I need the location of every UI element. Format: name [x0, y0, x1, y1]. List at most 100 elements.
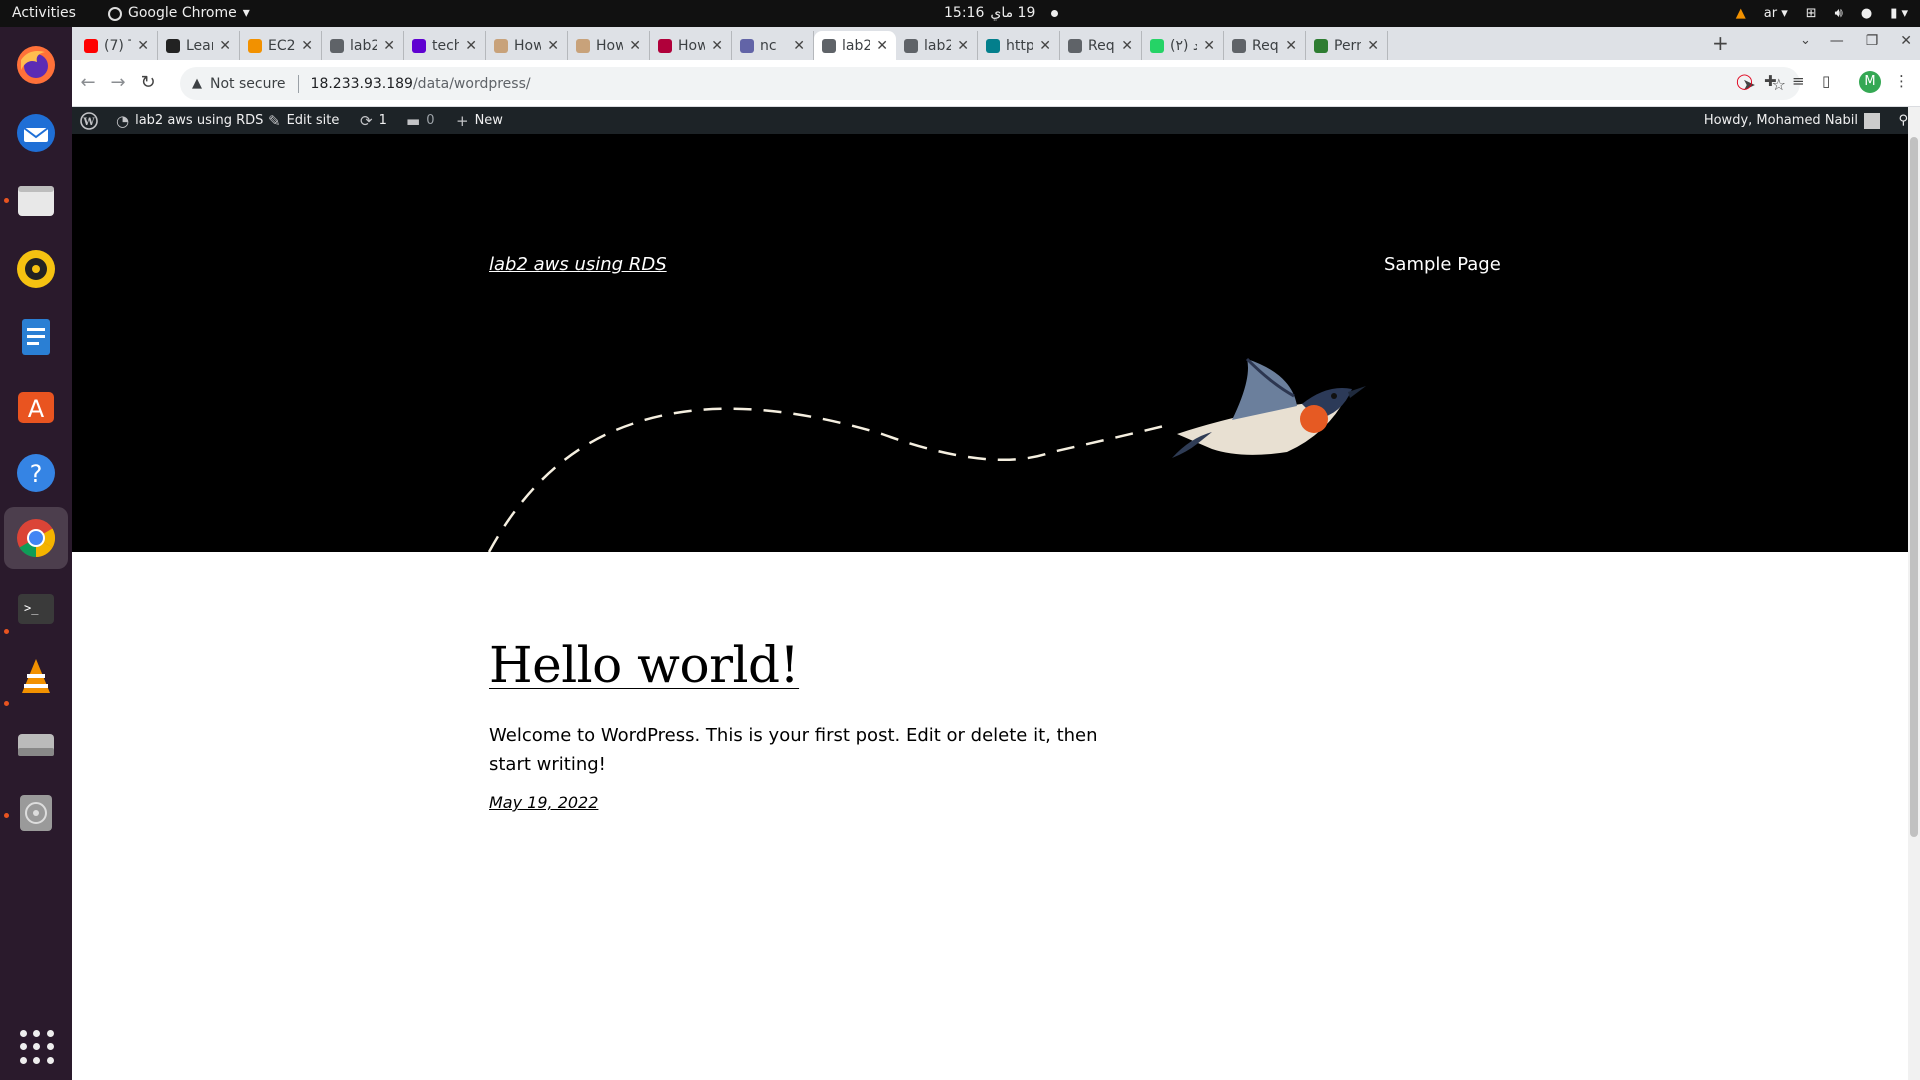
tab-close-icon[interactable]: ✕	[137, 38, 149, 54]
nav-item-sample-page[interactable]: Sample Page	[1384, 254, 1501, 275]
edit-site-link[interactable]: ✎ Edit site	[268, 107, 339, 134]
close-window-icon[interactable]: ✕	[1900, 33, 1912, 49]
app-center-icon[interactable]: A	[12, 381, 60, 429]
side-panel-icon[interactable]: ▯	[1822, 72, 1830, 90]
browser-tab[interactable]: How ✕	[650, 31, 732, 60]
security-status[interactable]: Not secure	[210, 76, 286, 92]
tab-close-icon[interactable]: ✕	[1203, 38, 1215, 54]
running-indicator	[4, 813, 9, 818]
clock[interactable]: 15:16 19 ماي	[944, 0, 1059, 27]
minimize-icon[interactable]: —	[1830, 33, 1844, 49]
site-header-hero: lab2 aws using RDS Sample Page	[72, 134, 1920, 552]
post-date-link[interactable]: May 19, 2022	[489, 793, 598, 812]
warning-triangle-icon[interactable]: ▲	[192, 76, 202, 91]
svg-text:A: A	[28, 395, 45, 423]
window-controls: — ❐ ✕	[1830, 33, 1912, 49]
help-icon[interactable]: ?	[12, 449, 60, 497]
browser-tab[interactable]: techa ✕	[404, 31, 486, 60]
maximize-icon[interactable]: ❐	[1866, 33, 1879, 49]
chrome-menu-icon[interactable]: ⋮	[1894, 72, 1909, 90]
opera-extension-icon[interactable]: ◯	[1736, 72, 1753, 90]
forward-icon[interactable]: →	[108, 72, 128, 93]
browser-tab[interactable]: lab2 a ✕	[322, 31, 404, 60]
back-icon[interactable]: ←	[78, 72, 98, 93]
browser-tab[interactable]: (7) Tw ✕	[76, 31, 158, 60]
tab-close-icon[interactable]: ✕	[1121, 38, 1133, 54]
tab-close-icon[interactable]: ✕	[465, 38, 477, 54]
tab-favicon-icon	[1150, 38, 1164, 53]
system-top-bar: Activities Google Chrome ▾ 15:16 19 ماي …	[0, 0, 1920, 27]
browser-tab[interactable]: How ✕	[486, 31, 568, 60]
page-scrollbar[interactable]	[1908, 107, 1920, 1080]
new-tab-button[interactable]: +	[1712, 31, 1729, 55]
chrome-icon[interactable]	[4, 507, 68, 569]
browser-tab[interactable]: Requ ✕	[1224, 31, 1306, 60]
files-icon[interactable]	[12, 177, 60, 225]
browser-tab[interactable]: lab2 a ✕	[814, 31, 896, 60]
language-indicator[interactable]: ar ▾	[1764, 0, 1788, 27]
tab-title: Perm	[1334, 37, 1361, 54]
search-icon[interactable]: ⚲	[1898, 107, 1908, 134]
tab-close-icon[interactable]: ✕	[711, 38, 723, 54]
url-path[interactable]: /data/wordpress/	[413, 76, 531, 92]
comments-link[interactable]: ▬ 0	[406, 107, 434, 134]
post-title-link[interactable]: Hello world!	[489, 636, 800, 694]
browser-tab[interactable]: EC2 M ✕	[240, 31, 322, 60]
new-content-link[interactable]: + New	[456, 107, 503, 134]
tab-close-icon[interactable]: ✕	[301, 38, 313, 54]
browser-tab[interactable]: lab2 a ✕	[896, 31, 978, 60]
vlc-tray-icon[interactable]: ▲	[1736, 0, 1746, 27]
tab-search-icon[interactable]: ⌄	[1800, 33, 1811, 48]
reload-icon[interactable]: ↻	[138, 72, 158, 93]
network-icon: ⊞	[1805, 6, 1817, 21]
tab-close-icon[interactable]: ✕	[547, 38, 559, 54]
tab-close-icon[interactable]: ✕	[876, 38, 888, 54]
my-account-link[interactable]: Howdy, Mohamed Nabil	[1704, 107, 1880, 134]
extensions-puzzle-icon[interactable]: ✚	[1764, 72, 1777, 90]
disc-drive-icon[interactable]	[12, 789, 60, 837]
tab-title: https	[1006, 37, 1033, 54]
browser-tab[interactable]: nc ✕	[732, 31, 814, 60]
browser-tab[interactable]: Requ ✕	[1060, 31, 1142, 60]
terminal-icon[interactable]: >_	[12, 585, 60, 633]
libreoffice-writer-icon[interactable]	[12, 313, 60, 361]
browser-tab[interactable]: Learn ✕	[158, 31, 240, 60]
scrollbar-thumb[interactable]	[1910, 137, 1918, 837]
address-bar[interactable]: ▲ Not secure 18.233.93.189/data/wordpres…	[180, 67, 1800, 100]
user-avatar	[1864, 112, 1880, 129]
updates-link[interactable]: ⟳ 1	[360, 107, 387, 134]
thunderbird-icon[interactable]	[12, 109, 60, 157]
wordpress-logo-icon[interactable]: W	[80, 107, 98, 134]
tab-close-icon[interactable]: ✕	[629, 38, 641, 54]
tab-title: nc	[760, 37, 777, 54]
tab-close-icon[interactable]: ✕	[1285, 38, 1297, 54]
app-menu[interactable]: Google Chrome ▾	[108, 0, 250, 27]
rhythmbox-icon[interactable]	[12, 245, 60, 293]
profile-avatar[interactable]: M	[1859, 71, 1881, 93]
browser-tab[interactable]: (٢) واد ✕	[1142, 31, 1224, 60]
battery-icon: ▮ ▾	[1890, 6, 1908, 21]
reading-list-icon[interactable]: ≡	[1792, 72, 1805, 90]
firefox-icon[interactable]	[12, 41, 60, 89]
tab-close-icon[interactable]: ✕	[957, 38, 969, 54]
tab-close-icon[interactable]: ✕	[1367, 38, 1379, 54]
browser-tab[interactable]: How ✕	[568, 31, 650, 60]
drive-icon[interactable]	[12, 721, 60, 769]
tab-close-icon[interactable]: ✕	[1039, 38, 1051, 54]
site-title-link[interactable]: lab2 aws using RDS	[489, 254, 667, 275]
browser-tab[interactable]: Perm ✕	[1306, 31, 1388, 60]
tab-favicon-icon	[166, 38, 180, 53]
vlc-icon[interactable]	[12, 653, 60, 701]
tab-close-icon[interactable]: ✕	[219, 38, 231, 54]
wp-site-name[interactable]: ◔ lab2 aws using RDS	[116, 107, 263, 134]
url-host[interactable]: 18.233.93.189	[311, 76, 413, 92]
system-tray[interactable]: ▲ ar ▾ ⊞ 🔊︎ ● ▮ ▾	[1736, 0, 1908, 27]
tab-close-icon[interactable]: ✕	[793, 38, 805, 54]
tab-title: lab2 a	[350, 37, 378, 54]
browser-tab[interactable]: https ✕	[978, 31, 1060, 60]
tab-close-icon[interactable]: ✕	[383, 38, 395, 54]
activities-button[interactable]: Activities	[12, 0, 76, 27]
show-applications-icon[interactable]	[20, 1030, 54, 1064]
clock-time: 15:16	[944, 5, 985, 21]
plus-icon: +	[456, 111, 469, 130]
